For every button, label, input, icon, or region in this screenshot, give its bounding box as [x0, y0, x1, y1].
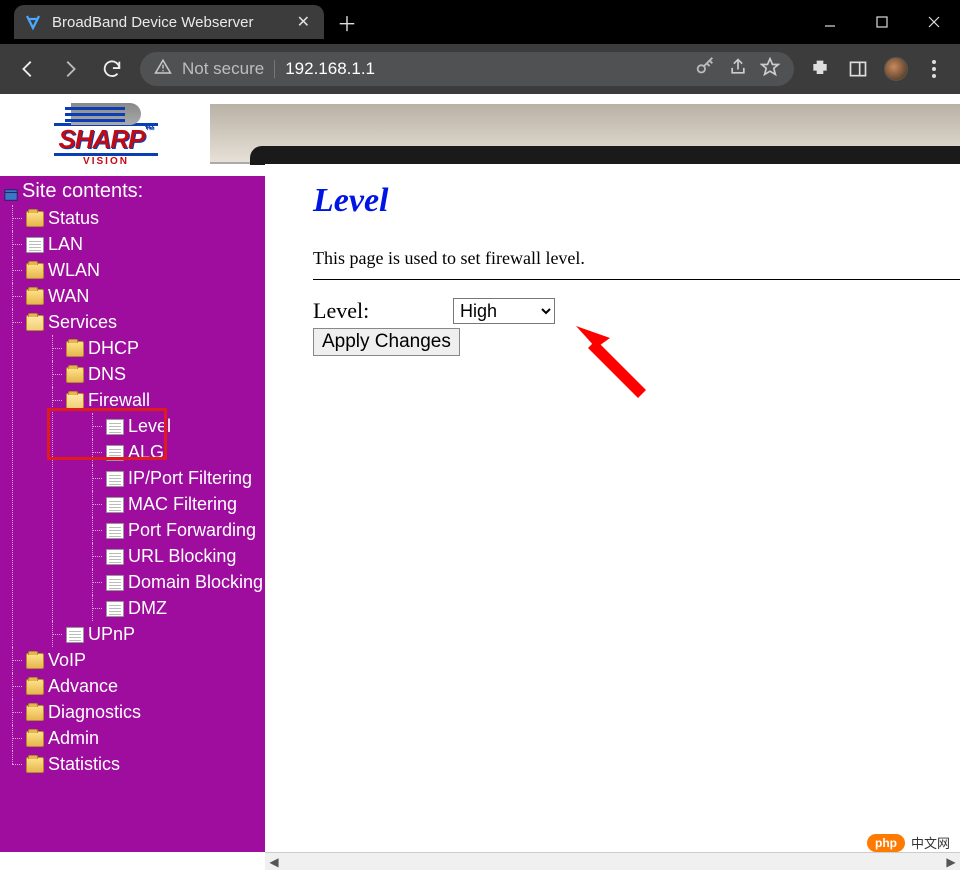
- folder-icon: [66, 341, 84, 357]
- page-content: SHARP™ VISION Site contents: Status LAN …: [0, 94, 960, 870]
- folder-icon: [26, 731, 44, 747]
- sidebar-item-alg[interactable]: ALG: [84, 439, 261, 465]
- password-key-icon[interactable]: [694, 56, 716, 83]
- nav-forward-button[interactable]: [50, 51, 90, 87]
- scroll-right-icon[interactable]: ▶: [942, 853, 960, 870]
- window-maximize-button[interactable]: [856, 0, 908, 44]
- folder-icon: [26, 679, 44, 695]
- folder-open-icon: [26, 315, 44, 331]
- folder-icon: [26, 653, 44, 669]
- url-text: 192.168.1.1: [285, 59, 375, 79]
- folder-open-icon: [66, 393, 84, 409]
- header-banner: [210, 104, 960, 164]
- nav-back-button[interactable]: [8, 51, 48, 87]
- folder-icon: [26, 211, 44, 227]
- sidebar-tree: Site contents: Status LAN WLAN WAN Servi…: [0, 176, 265, 852]
- main-panel: Level This page is used to set firewall …: [265, 164, 960, 852]
- insecure-icon: [154, 58, 172, 81]
- folder-icon: [26, 705, 44, 721]
- logo-subtext: VISION: [83, 156, 129, 167]
- sidebar-item-wan[interactable]: WAN: [4, 283, 261, 309]
- page-description: This page is used to set firewall level.: [313, 248, 960, 269]
- page-icon: [106, 601, 124, 617]
- nav-reload-button[interactable]: [92, 51, 132, 87]
- address-bar[interactable]: Not secure 192.168.1.1: [140, 52, 794, 86]
- addrbar-divider: [274, 60, 275, 78]
- scroll-left-icon[interactable]: ◀: [265, 853, 283, 870]
- page-icon: [106, 445, 124, 461]
- browser-tab[interactable]: BroadBand Device Webserver ✕: [14, 5, 324, 39]
- sidebar-item-stats[interactable]: Statistics: [4, 751, 261, 777]
- level-label: Level:: [313, 298, 393, 324]
- divider: [313, 279, 960, 280]
- page-icon: [106, 549, 124, 565]
- watermark-text: 中文网: [911, 833, 950, 852]
- insecure-label: Not secure: [182, 59, 264, 79]
- sidebar-item-urlblk[interactable]: URL Blocking: [84, 543, 261, 569]
- sidebar-title: Site contents:: [4, 180, 261, 203]
- new-tab-button[interactable]: ＋: [332, 8, 362, 37]
- page-icon: [106, 419, 124, 435]
- bookmark-star-icon[interactable]: [760, 57, 780, 82]
- window-close-button[interactable]: [908, 0, 960, 44]
- sidebar-item-domblk[interactable]: Domain Blocking: [84, 569, 261, 595]
- level-select[interactable]: High: [453, 298, 555, 324]
- sidebar-item-dns[interactable]: DNS: [44, 361, 261, 387]
- sidebar-item-upnp[interactable]: UPnP: [44, 621, 261, 647]
- sidebar-item-admin[interactable]: Admin: [4, 725, 261, 751]
- page-icon: [66, 627, 84, 643]
- window-titlebar: BroadBand Device Webserver ✕ ＋: [0, 0, 960, 44]
- sidebar-item-dmz[interactable]: DMZ: [84, 595, 261, 621]
- favicon-icon: [24, 13, 42, 31]
- page-heading: Level: [313, 182, 960, 220]
- page-icon: [106, 497, 124, 513]
- watermark: php 中文网: [867, 833, 950, 852]
- logo-mark-icon: [71, 103, 141, 125]
- folder-icon: [26, 289, 44, 305]
- folder-icon: [26, 263, 44, 279]
- tree-root-icon: [4, 185, 18, 199]
- sidebar-item-advance[interactable]: Advance: [4, 673, 261, 699]
- sidebar-item-lan[interactable]: LAN: [4, 231, 261, 257]
- browser-toolbar: Not secure 192.168.1.1: [0, 44, 960, 94]
- horizontal-scrollbar[interactable]: ◀ ▶: [265, 852, 960, 870]
- page-icon: [26, 237, 44, 253]
- folder-icon: [66, 367, 84, 383]
- tab-title: BroadBand Device Webserver: [52, 14, 254, 31]
- window-minimize-button[interactable]: [804, 0, 856, 44]
- page-icon: [106, 523, 124, 539]
- sidebar-item-level[interactable]: Level: [84, 413, 261, 439]
- profile-avatar[interactable]: [878, 51, 914, 87]
- share-icon[interactable]: [728, 57, 748, 82]
- brand-logo: SHARP™ VISION: [6, 94, 206, 176]
- sidebar-item-mac[interactable]: MAC Filtering: [84, 491, 261, 517]
- page-icon: [106, 471, 124, 487]
- sidebar-item-services[interactable]: Services DHCP DNS Firewall Level ALG IP/…: [4, 309, 261, 647]
- sidebar-item-dhcp[interactable]: DHCP: [44, 335, 261, 361]
- tab-close-icon[interactable]: ✕: [297, 12, 310, 32]
- sidebar-item-portfwd[interactable]: Port Forwarding: [84, 517, 261, 543]
- folder-icon: [26, 757, 44, 773]
- sidebar-item-ipport[interactable]: IP/Port Filtering: [84, 465, 261, 491]
- apply-changes-button[interactable]: Apply Changes: [313, 328, 460, 356]
- sidebar-item-wlan[interactable]: WLAN: [4, 257, 261, 283]
- browser-menu-icon[interactable]: [916, 51, 952, 87]
- sidebar-item-voip[interactable]: VoIP: [4, 647, 261, 673]
- page-icon: [106, 575, 124, 591]
- logo-text: SHARP™: [54, 123, 157, 156]
- sidebar-item-diag[interactable]: Diagnostics: [4, 699, 261, 725]
- extensions-icon[interactable]: [802, 51, 838, 87]
- watermark-pill: php: [867, 834, 905, 852]
- sidepanel-icon[interactable]: [840, 51, 876, 87]
- sidebar-item-status[interactable]: Status: [4, 205, 261, 231]
- sidebar-item-firewall[interactable]: Firewall Level ALG IP/Port Filtering MAC…: [44, 387, 261, 621]
